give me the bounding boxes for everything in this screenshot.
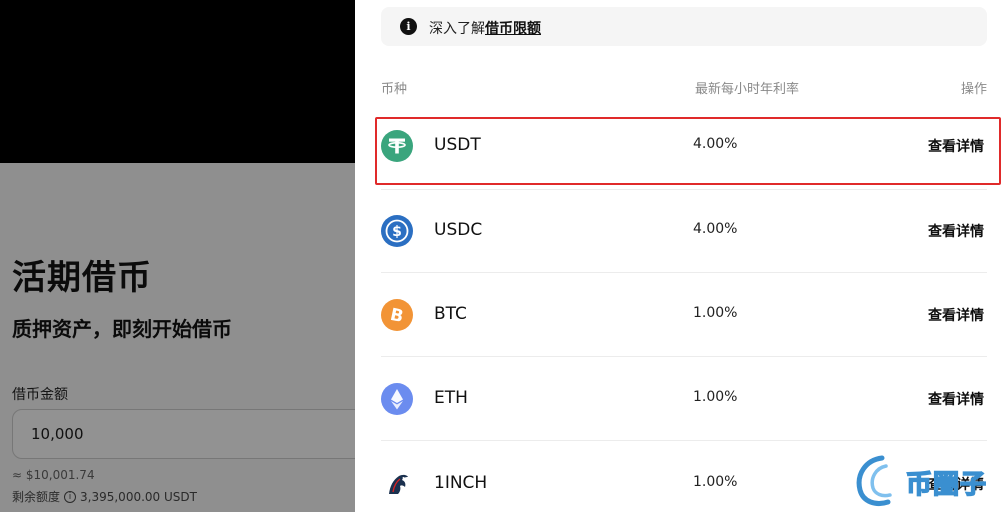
info-icon[interactable]: i bbox=[64, 490, 77, 503]
watermark-text: 币圈子 bbox=[905, 469, 988, 501]
page-title: 活期借币 bbox=[12, 258, 152, 298]
table-row[interactable]: ETH 1.00% 查看详情 bbox=[381, 357, 987, 441]
amount-label: 借币金额 bbox=[12, 387, 68, 403]
borrow-limit-link[interactable]: 借币限额 bbox=[485, 21, 541, 37]
rate-value: 1.00% bbox=[693, 305, 738, 321]
rate-value: 4.00% bbox=[693, 221, 738, 237]
column-header-rate: 最新每小时年利率 bbox=[695, 82, 800, 97]
1inch-icon bbox=[389, 474, 408, 494]
notice-text: 深入了解借币限额 bbox=[429, 18, 541, 38]
highlight-box bbox=[375, 117, 1001, 185]
coin-name: BTC bbox=[434, 304, 467, 324]
view-details-link[interactable]: 查看详情 bbox=[928, 221, 984, 241]
btc-icon: B bbox=[381, 299, 413, 331]
background-page: 活期借币 质押资产，即刻开始借币 借币金额 ≈ $10,001.74 剩余额度 … bbox=[0, 0, 355, 512]
approx-value: ≈ $10,001.74 bbox=[12, 468, 95, 482]
notice-banner: i 深入了解借币限额 bbox=[381, 7, 987, 46]
view-details-link[interactable]: 查看详情 bbox=[928, 389, 984, 409]
info-icon: i bbox=[400, 18, 417, 35]
remaining-quota: 剩余额度 i 3,395,000.00 USDT bbox=[12, 488, 197, 505]
column-header-coin: 币种 bbox=[381, 82, 408, 97]
eth-icon bbox=[381, 383, 413, 415]
rate-value: 1.00% bbox=[693, 474, 738, 490]
amount-input[interactable] bbox=[12, 409, 355, 459]
remaining-value: 3,395,000.00 USDT bbox=[80, 489, 197, 504]
borrow-limits-panel: i 深入了解借币限额 币种 最新每小时年利率 操作 USDT 4.00% 查看详… bbox=[355, 0, 1004, 512]
usdc-icon: $ bbox=[381, 215, 413, 247]
coin-name: ETH bbox=[434, 388, 468, 408]
page-subtitle: 质押资产，即刻开始借币 bbox=[12, 317, 232, 341]
table-row[interactable]: B BTC 1.00% 查看详情 bbox=[381, 273, 987, 357]
row-divider bbox=[381, 440, 987, 441]
notice-prefix: 深入了解 bbox=[429, 21, 485, 37]
svg-text:$: $ bbox=[392, 224, 402, 240]
rate-value: 1.00% bbox=[693, 389, 738, 405]
coin-name: 1INCH bbox=[434, 473, 488, 493]
top-black-bar bbox=[0, 0, 355, 163]
coin-name: USDC bbox=[434, 220, 483, 240]
remaining-label: 剩余额度 bbox=[12, 490, 61, 504]
column-header-action: 操作 bbox=[960, 82, 987, 97]
row-divider bbox=[381, 189, 987, 190]
view-details-link[interactable]: 查看详情 bbox=[928, 305, 984, 325]
table-row[interactable]: $ USDC 4.00% 查看详情 bbox=[381, 189, 987, 273]
